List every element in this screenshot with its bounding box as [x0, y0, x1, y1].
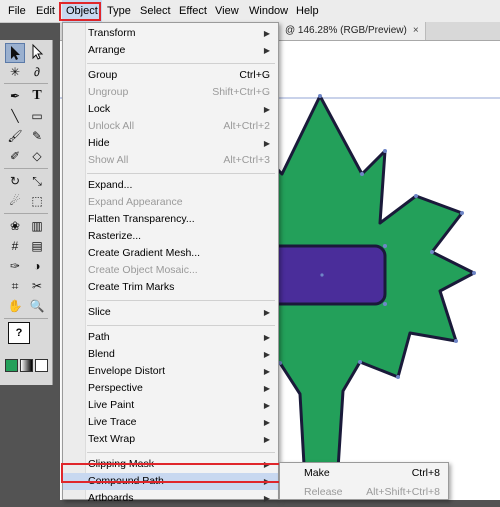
- free-transform-tool-icon[interactable]: ⬚: [27, 191, 47, 211]
- color-mode-icon[interactable]: [5, 359, 18, 372]
- blend-tool-icon[interactable]: ◑: [27, 256, 47, 276]
- menu-item-envelope-distort[interactable]: Envelope Distort ▶: [63, 363, 278, 380]
- menu-shortcut: Alt+Ctrl+3: [223, 154, 270, 166]
- menu-item-ungroup[interactable]: Ungroup Shift+Ctrl+G: [63, 84, 278, 101]
- hand-tool-icon[interactable]: ✋: [5, 296, 25, 316]
- paintbrush-tool-icon[interactable]: 🖌: [5, 126, 25, 146]
- menu-item-unlock-all[interactable]: Unlock All Alt+Ctrl+2: [63, 118, 278, 135]
- submenu-arrow-icon: ▶: [263, 367, 270, 376]
- menu-item-rasterize[interactable]: Rasterize...: [63, 228, 278, 245]
- menu-item-expand[interactable]: Expand...: [63, 177, 278, 194]
- menu-shortcut: Shift+Ctrl+G: [212, 86, 270, 98]
- menu-item-create-trim-marks[interactable]: Create Trim Marks: [63, 279, 278, 296]
- eraser-tool-icon[interactable]: ◇: [27, 146, 47, 166]
- magic-wand-tool-icon[interactable]: ✳: [5, 62, 25, 82]
- submenu-arrow-icon: ▶: [263, 350, 270, 359]
- document-tab[interactable]: @ 146.28% (RGB/Preview) ×: [278, 22, 426, 40]
- submenu-arrow-icon: ▶: [263, 46, 270, 55]
- warp-tool-icon[interactable]: ☄: [5, 191, 25, 211]
- object-menu-highlight: [59, 2, 101, 21]
- menu-effect[interactable]: Effect: [179, 0, 207, 22]
- scale-tool-icon[interactable]: ⤡: [27, 171, 47, 191]
- gradient-mode-icon[interactable]: [20, 359, 33, 372]
- center-point-marker: [320, 273, 324, 277]
- menu-select[interactable]: Select: [140, 0, 171, 22]
- gradient-tool-icon[interactable]: ▤: [27, 236, 47, 256]
- submenu-arrow-icon: ▶: [263, 384, 270, 393]
- menu-separator: [87, 173, 275, 174]
- type-tool-icon[interactable]: T: [27, 86, 47, 106]
- rectangle-tool-icon[interactable]: ▭: [27, 106, 47, 126]
- scissors-tool-icon[interactable]: ✂: [27, 276, 47, 296]
- menu-help[interactable]: Help: [296, 0, 319, 22]
- lasso-tool-icon[interactable]: ∂: [27, 62, 47, 82]
- menu-item-arrange[interactable]: Arrange ▶: [63, 42, 278, 59]
- selection-tool-icon[interactable]: [5, 43, 25, 63]
- menu-item-perspective[interactable]: Perspective ▶: [63, 380, 278, 397]
- eyedropper-tool-icon[interactable]: ✑: [5, 256, 25, 276]
- menu-separator: [87, 452, 275, 453]
- compound-path-submenu: Make Ctrl+8 Release Alt+Shift+Ctrl+8: [279, 462, 449, 500]
- menu-window[interactable]: Window: [249, 0, 288, 22]
- menu-item-live-trace[interactable]: Live Trace ▶: [63, 414, 278, 431]
- submenu-arrow-icon: ▶: [263, 333, 270, 342]
- menu-shortcut: Ctrl+G: [239, 69, 270, 81]
- submenu-arrow-icon: ▶: [263, 105, 270, 114]
- object-menu-dropdown: Transform ▶ Arrange ▶ Group Ctrl+G Ungroup Shif…: [62, 22, 279, 504]
- submenu-arrow-icon: ▶: [263, 401, 270, 410]
- menu-item-artboards[interactable]: Artboards ▶: [63, 490, 278, 507]
- slice-tool-icon[interactable]: ⌗: [5, 276, 25, 296]
- submenu-item-make[interactable]: Make Ctrl+8: [280, 465, 448, 482]
- none-mode-icon[interactable]: [35, 359, 48, 372]
- menu-item-group[interactable]: Group Ctrl+G: [63, 67, 278, 84]
- submenu-item-release[interactable]: Release Alt+Shift+Ctrl+8: [280, 484, 448, 501]
- submenu-arrow-icon: ▶: [263, 494, 270, 503]
- menu-item-transform[interactable]: Transform ▶: [63, 25, 278, 42]
- menu-separator: [87, 300, 275, 301]
- pen-tool-icon[interactable]: ✒: [5, 86, 25, 106]
- menu-shortcut: Alt+Ctrl+2: [223, 120, 270, 132]
- tools-panel: ✳ ∂ ✒ T ╲ ▭ 🖌 ✎ ✐ ◇ ↻ ⤡ ☄ ⬚ ❀ ▥ # ▤ ✑ ◑ …: [0, 40, 53, 385]
- menu-item-create-gradient-mesh[interactable]: Create Gradient Mesh...: [63, 245, 278, 262]
- close-icon[interactable]: ×: [413, 25, 419, 36]
- rotate-tool-icon[interactable]: ↻: [5, 171, 25, 191]
- menu-item-path[interactable]: Path ▶: [63, 329, 278, 346]
- purple-bar-shape[interactable]: [263, 244, 387, 306]
- mesh-tool-icon[interactable]: #: [5, 236, 25, 256]
- menu-item-slice[interactable]: Slice ▶: [63, 304, 278, 321]
- symbol-sprayer-tool-icon[interactable]: ❀: [5, 216, 25, 236]
- line-tool-icon[interactable]: ╲: [5, 106, 25, 126]
- menu-separator: [87, 325, 275, 326]
- submenu-arrow-icon: ▶: [263, 139, 270, 148]
- submenu-arrow-icon: ▶: [263, 29, 270, 38]
- document-tab-label: @ 146.28% (RGB/Preview): [285, 25, 407, 36]
- menu-item-expand-appearance[interactable]: Expand Appearance: [63, 194, 278, 211]
- fill-swatch[interactable]: ?: [8, 322, 30, 344]
- menu-item-text-wrap[interactable]: Text Wrap ▶: [63, 431, 278, 448]
- menu-item-lock[interactable]: Lock ▶: [63, 101, 278, 118]
- menu-item-show-all[interactable]: Show All Alt+Ctrl+3: [63, 152, 278, 169]
- menu-item-create-object-mosaic[interactable]: Create Object Mosaic...: [63, 262, 278, 279]
- submenu-arrow-icon: ▶: [263, 435, 270, 444]
- menu-edit[interactable]: Edit: [36, 0, 55, 22]
- menu-view[interactable]: View: [215, 0, 239, 22]
- menu-type[interactable]: Type: [107, 0, 131, 22]
- blob-brush-tool-icon[interactable]: ✐: [5, 146, 25, 166]
- zoom-tool-icon[interactable]: 🔍: [27, 296, 47, 316]
- menu-item-flatten-transparency[interactable]: Flatten Transparency...: [63, 211, 278, 228]
- menu-item-hide[interactable]: Hide ▶: [63, 135, 278, 152]
- direct-selection-tool-icon[interactable]: [27, 43, 47, 63]
- submenu-arrow-icon: ▶: [263, 308, 270, 317]
- menu-file[interactable]: File: [8, 0, 26, 22]
- menu-item-blend[interactable]: Blend ▶: [63, 346, 278, 363]
- graph-tool-icon[interactable]: ▥: [27, 216, 47, 236]
- menu-item-live-paint[interactable]: Live Paint ▶: [63, 397, 278, 414]
- submenu-arrow-icon: ▶: [263, 418, 270, 427]
- pencil-tool-icon[interactable]: ✎: [27, 126, 47, 146]
- menu-separator: [87, 63, 275, 64]
- color-mode-buttons: [5, 359, 48, 372]
